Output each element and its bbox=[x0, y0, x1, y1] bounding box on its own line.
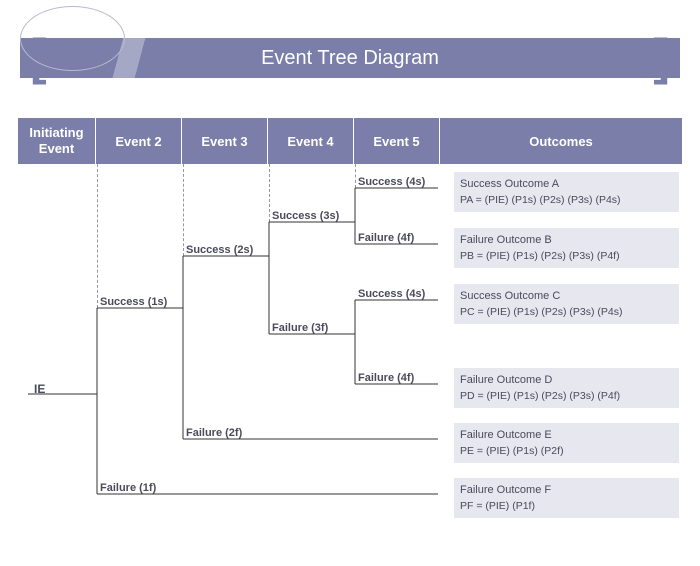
outcome-e-name: Failure Outcome E bbox=[460, 427, 673, 444]
bracket-right-icon: ] bbox=[653, 28, 670, 86]
branch-f4b: Failure (4f) bbox=[358, 372, 414, 384]
outcome-a-prob: PA = (PIE) (P1s) (P2s) (P3s) (P4s) bbox=[460, 193, 673, 209]
header-event5: Event 5 bbox=[354, 118, 440, 164]
outcome-c: Success Outcome C PC = (PIE) (P1s) (P2s)… bbox=[454, 284, 679, 324]
ellipse-decoration bbox=[20, 6, 125, 71]
outcome-e-prob: PE = (PIE) (P1s) (P2f) bbox=[460, 444, 673, 460]
outcome-b-prob: PB = (PIE) (P1s) (P2s) (P3s) (P4f) bbox=[460, 249, 673, 265]
header-row: Initiating Event Event 2 Event 3 Event 4… bbox=[18, 118, 682, 164]
outcome-f-name: Failure Outcome F bbox=[460, 482, 673, 499]
header-outcomes: Outcomes bbox=[440, 118, 682, 164]
outcome-b-name: Failure Outcome B bbox=[460, 232, 673, 249]
branch-f3: Failure (3f) bbox=[272, 322, 328, 334]
outcome-b: Failure Outcome B PB = (PIE) (P1s) (P2s)… bbox=[454, 228, 679, 268]
outcome-f: Failure Outcome F PF = (PIE) (P1f) bbox=[454, 478, 679, 518]
branch-s4b: Success (4s) bbox=[358, 288, 425, 300]
outcome-d: Failure Outcome D PD = (PIE) (P1s) (P2s)… bbox=[454, 368, 679, 408]
outcome-d-name: Failure Outcome D bbox=[460, 372, 673, 389]
header-initiating-event: Initiating Event bbox=[18, 118, 96, 164]
branch-s2: Success (2s) bbox=[186, 244, 253, 256]
header-event2: Event 2 bbox=[96, 118, 182, 164]
branch-s4a: Success (4s) bbox=[358, 176, 425, 188]
outcome-a-name: Success Outcome A bbox=[460, 176, 673, 193]
branch-s1: Success (1s) bbox=[100, 296, 167, 308]
branch-f4a: Failure (4f) bbox=[358, 232, 414, 244]
branch-f1: Failure (1f) bbox=[100, 482, 156, 494]
header-event4: Event 4 bbox=[268, 118, 354, 164]
outcome-c-prob: PC = (PIE) (P1s) (P2s) (P3s) (P4s) bbox=[460, 305, 673, 321]
header-event3: Event 3 bbox=[182, 118, 268, 164]
outcome-f-prob: PF = (PIE) (P1f) bbox=[460, 499, 673, 515]
outcome-a: Success Outcome A PA = (PIE) (P1s) (P2s)… bbox=[454, 172, 679, 212]
branch-s3: Success (3s) bbox=[272, 210, 339, 222]
outcome-c-name: Success Outcome C bbox=[460, 288, 673, 305]
ie-label: IE bbox=[34, 382, 45, 396]
diagram-title: Event Tree Diagram bbox=[261, 47, 439, 70]
outcome-e: Failure Outcome E PE = (PIE) (P1s) (P2f) bbox=[454, 423, 679, 463]
outcome-d-prob: PD = (PIE) (P1s) (P2s) (P3s) (P4f) bbox=[460, 389, 673, 405]
branch-f2: Failure (2f) bbox=[186, 427, 242, 439]
